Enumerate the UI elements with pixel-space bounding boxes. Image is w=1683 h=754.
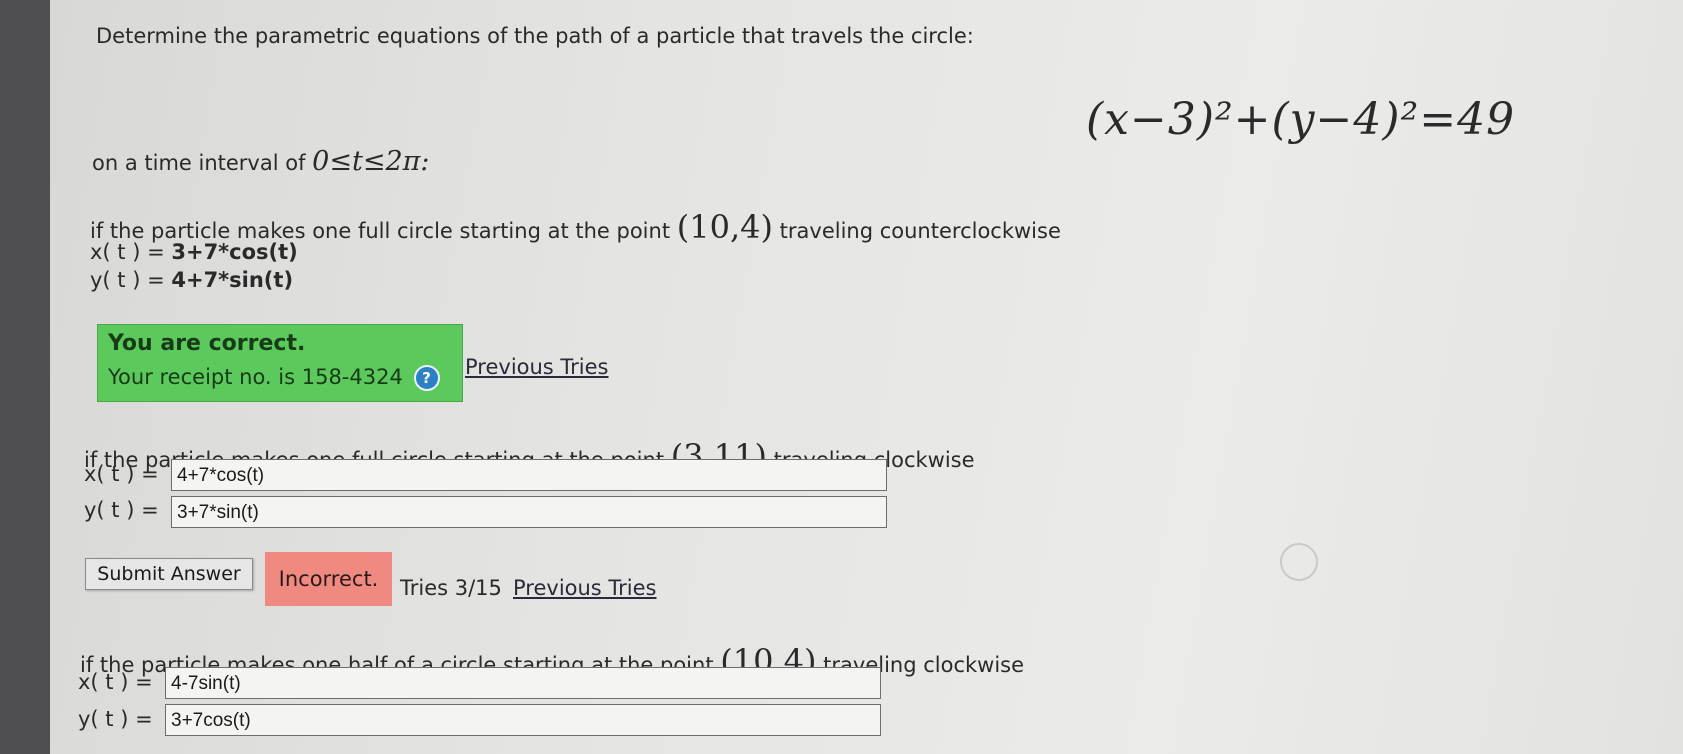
decorative-circle-mark xyxy=(1280,543,1318,581)
part2-x-input[interactable]: 4+7*cos(t) xyxy=(171,459,887,491)
correct-feedback-box: You are correct. Your receipt no. is 158… xyxy=(97,324,463,402)
part1-point: (10,4) xyxy=(676,208,773,246)
part1-x-line: x( t ) = 3+7*cos(t) xyxy=(90,240,298,264)
receipt-line: Your receipt no. is 158-4324 ? xyxy=(108,365,440,391)
circle-equation: (x−3)²+(y−4)²=49 xyxy=(1086,94,1516,145)
receipt-text: Your receipt no. is 158-4324 xyxy=(108,365,403,389)
interval-label-text: on a time interval of xyxy=(92,151,306,175)
feedback-title: You are correct. xyxy=(108,331,306,356)
part3-y-label: y( t ) = xyxy=(78,707,153,731)
part1-y-line: y( t ) = 4+7*sin(t) xyxy=(90,268,293,292)
tries-counter: Tries 3/15 xyxy=(400,576,502,600)
help-icon[interactable]: ? xyxy=(413,365,440,391)
submit-answer-button[interactable]: Submit Answer xyxy=(85,558,253,590)
part2-y-label: y( t ) = xyxy=(84,498,159,522)
problem-sheet: Determine the parametric equations of th… xyxy=(50,0,1683,754)
part1-prompt-after: traveling counterclockwise xyxy=(779,219,1061,243)
part2-previous-tries-link[interactable]: Previous Tries xyxy=(513,576,657,600)
part1-previous-tries-link[interactable]: Previous Tries xyxy=(465,355,609,379)
incorrect-badge: Incorrect. xyxy=(265,552,392,606)
part3-x-input[interactable]: 4-7sin(t) xyxy=(165,667,881,699)
interval-label: on a time interval of 0≤t≤2π: xyxy=(92,146,429,177)
part1-y-label: y( t ) = xyxy=(90,268,165,292)
part2-y-input[interactable]: 3+7*sin(t) xyxy=(171,496,887,528)
problem-intro: Determine the parametric equations of th… xyxy=(96,24,974,48)
part1-y-answer: 4+7*sin(t) xyxy=(171,268,294,292)
part3-x-label: x( t ) = xyxy=(78,670,153,694)
interval-math: 0≤t≤2π: xyxy=(312,146,430,177)
part1-x-answer: 3+7*cos(t) xyxy=(171,240,298,264)
part1-x-label: x( t ) = xyxy=(90,240,165,264)
part2-x-label: x( t ) = xyxy=(84,462,159,486)
part3-y-input[interactable]: 3+7cos(t) xyxy=(165,704,881,736)
